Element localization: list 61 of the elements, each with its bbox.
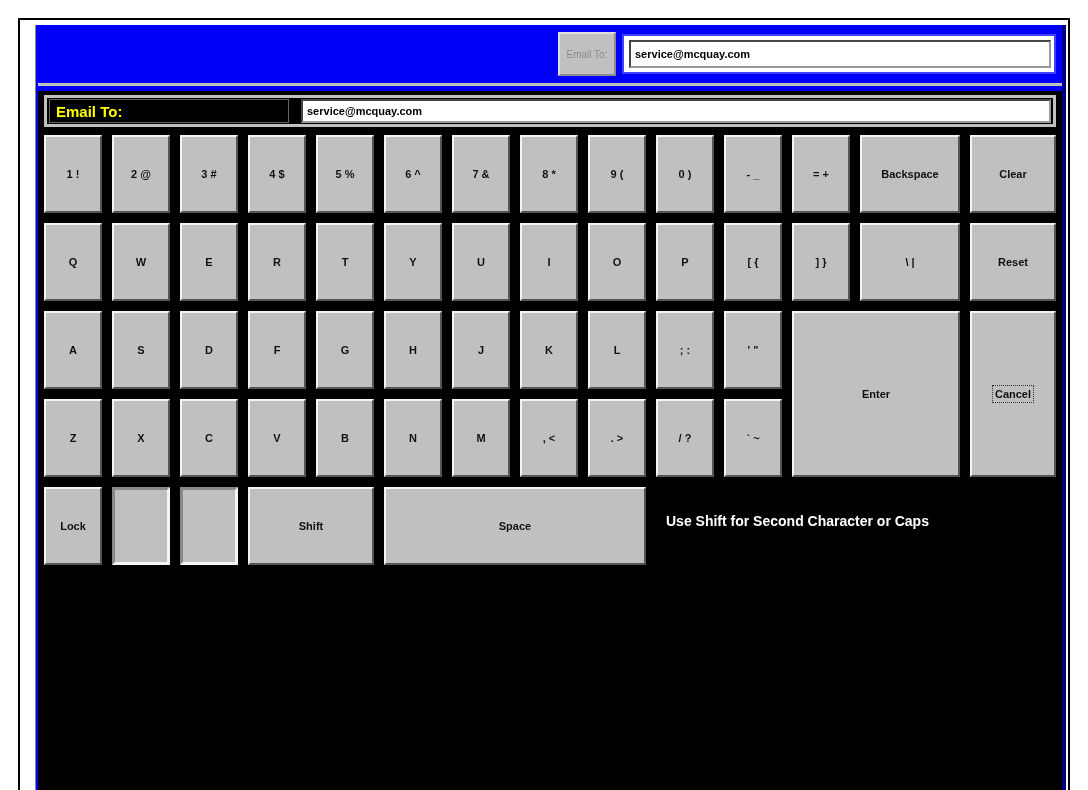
keyboard-key[interactable]: [ { <box>724 223 782 301</box>
keyboard-key[interactable]: D <box>180 311 238 389</box>
keyboard-key[interactable]: Space <box>384 487 646 565</box>
keyboard-key[interactable]: = + <box>792 135 850 213</box>
keyboard-key[interactable]: K <box>520 311 578 389</box>
keyboard-key[interactable]: F <box>248 311 306 389</box>
keyboard-key[interactable]: ] } <box>792 223 850 301</box>
entry-label: Email To: <box>49 99 289 123</box>
email-field[interactable]: service@mcquay.com <box>624 36 1054 72</box>
keyboard-key[interactable]: E <box>180 223 238 301</box>
keyboard-key[interactable]: 0 ) <box>656 135 714 213</box>
keyboard-key[interactable]: ; : <box>656 311 714 389</box>
keyboard-key[interactable]: B <box>316 399 374 477</box>
keyboard-key[interactable]: N <box>384 399 442 477</box>
keyboard-key[interactable]: S <box>112 311 170 389</box>
hint-text: Use Shift for Second Character or Caps <box>665 512 930 531</box>
keyboard-key[interactable]: V <box>248 399 306 477</box>
keyboard-key[interactable]: Enter <box>792 311 960 477</box>
keyboard-key[interactable]: U <box>452 223 510 301</box>
keyboard-key[interactable]: Z <box>44 399 102 477</box>
keyboard-key[interactable]: P <box>656 223 714 301</box>
entry-field[interactable]: service@mcquay.com <box>301 99 1051 123</box>
keyboard-key[interactable]: O <box>588 223 646 301</box>
keyboard-key[interactable]: Shift <box>248 487 374 565</box>
keyboard-key[interactable]: 7 & <box>452 135 510 213</box>
keyboard-key[interactable]: 5 % <box>316 135 374 213</box>
keyboard-key[interactable]: 6 ^ <box>384 135 442 213</box>
keyboard-key[interactable]: I <box>520 223 578 301</box>
keyboard-key[interactable]: R <box>248 223 306 301</box>
keyboard-key[interactable]: A <box>44 311 102 389</box>
blank-key[interactable] <box>180 487 238 565</box>
keyboard-key[interactable]: Q <box>44 223 102 301</box>
keyboard-key[interactable]: Clear <box>970 135 1056 213</box>
keyboard-key[interactable]: Lock <box>44 487 102 565</box>
keyboard-key[interactable]: Cancel <box>970 311 1056 477</box>
keyboard-key[interactable]: M <box>452 399 510 477</box>
keyboard-key[interactable]: J <box>452 311 510 389</box>
keyboard-key[interactable]: G <box>316 311 374 389</box>
keyboard-key[interactable]: ' " <box>724 311 782 389</box>
keyboard-key[interactable]: Backspace <box>860 135 960 213</box>
keyboard-key[interactable]: T <box>316 223 374 301</box>
keyboard-key[interactable]: 2 @ <box>112 135 170 213</box>
keyboard-key[interactable]: \ | <box>860 223 960 301</box>
keyboard-key[interactable]: X <box>112 399 170 477</box>
keyboard-key[interactable]: Y <box>384 223 442 301</box>
keyboard-key[interactable]: . > <box>588 399 646 477</box>
keyboard-key[interactable]: W <box>112 223 170 301</box>
keyboard-key[interactable]: C <box>180 399 238 477</box>
keyboard-key[interactable]: / ? <box>656 399 714 477</box>
keyboard-key[interactable]: , < <box>520 399 578 477</box>
keyboard-key[interactable]: 1 ! <box>44 135 102 213</box>
keyboard-key[interactable]: 8 * <box>520 135 578 213</box>
keyboard-key[interactable]: L <box>588 311 646 389</box>
keyboard-key[interactable]: H <box>384 311 442 389</box>
keyboard-key[interactable]: 9 ( <box>588 135 646 213</box>
keyboard-key[interactable]: - _ <box>724 135 782 213</box>
keyboard-key[interactable]: 4 $ <box>248 135 306 213</box>
keyboard-key[interactable]: Reset <box>970 223 1056 301</box>
keyboard-key[interactable]: 3 # <box>180 135 238 213</box>
keyboard-key[interactable]: ` ~ <box>724 399 782 477</box>
blank-key[interactable] <box>112 487 170 565</box>
